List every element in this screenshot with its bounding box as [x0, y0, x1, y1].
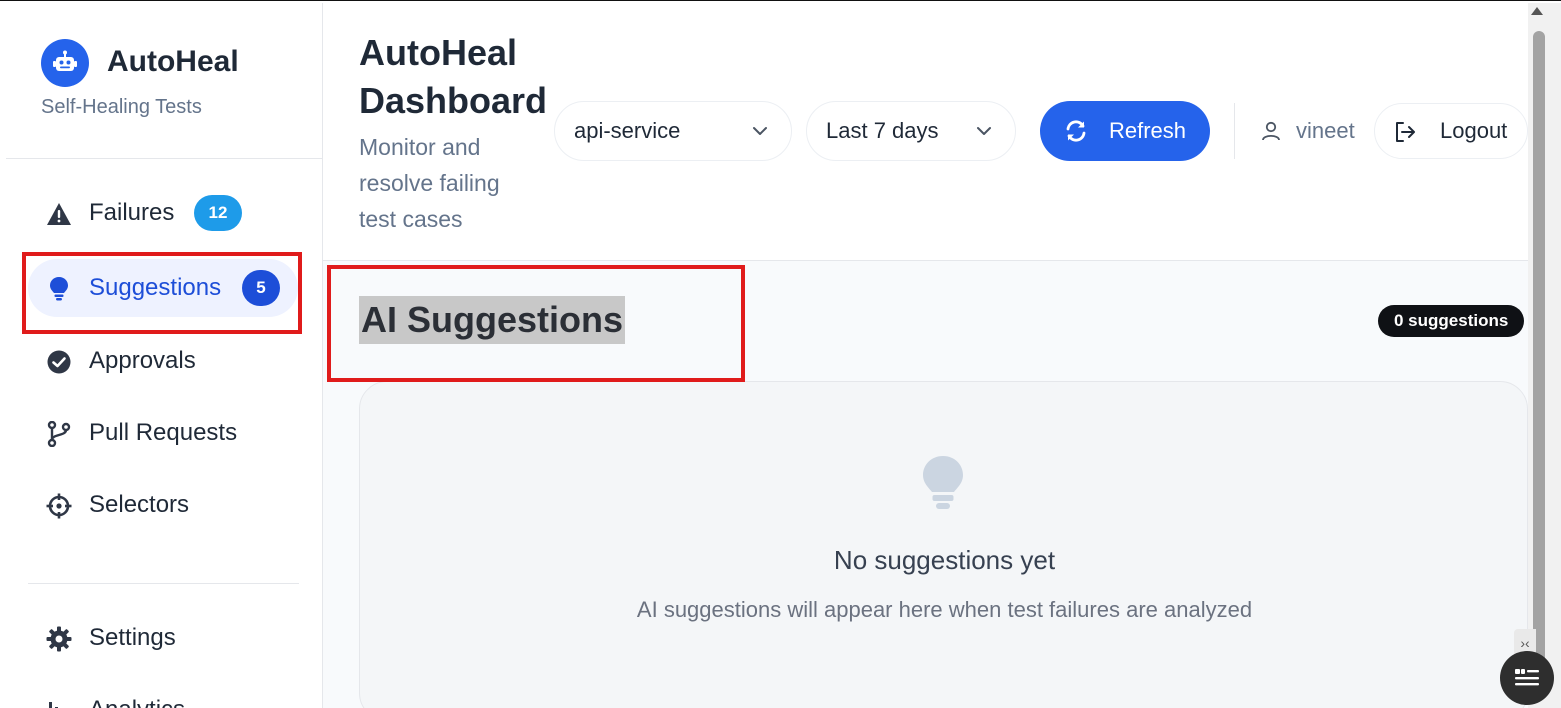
sidebar-item-failures[interactable]: Failures 12 [28, 184, 298, 242]
gear-icon [46, 626, 72, 652]
scrollbar-thumb[interactable] [1533, 31, 1545, 676]
logout-button-label: Logout [1440, 118, 1508, 143]
suggestions-count-badge-header: 0 suggestions [1378, 305, 1525, 337]
sidebar-item-label: Failures [89, 199, 175, 226]
sidebar-item-label: Analytics [89, 696, 185, 708]
chat-quote-icon [1515, 669, 1539, 686]
suggestions-count-badge: 5 [242, 270, 280, 306]
sidebar-item-label: Settings [89, 624, 176, 651]
logout-button[interactable]: Logout [1374, 103, 1528, 159]
sidebar-item-label: Selectors [89, 491, 190, 518]
sidebar-item-pull-requests[interactable]: Pull Requests [28, 404, 298, 462]
brand-subtitle: Self-Healing Tests [41, 96, 202, 118]
empty-state-title: No suggestions yet [833, 545, 1056, 575]
sidebar-item-settings[interactable]: Settings [28, 609, 298, 667]
empty-state-card: No suggestions yet AI suggestions will a… [359, 381, 1528, 708]
empty-state-subtitle: AI suggestions will appear here when tes… [636, 597, 1253, 622]
date-range-select[interactable]: Last 7 days [806, 101, 1016, 161]
scroll-up-arrow-icon[interactable] [1531, 7, 1543, 15]
lightbulb-icon [46, 276, 72, 302]
dashboard-header: AutoHeal Dashboard Monitor and resolve f… [323, 3, 1528, 261]
check-circle-icon [46, 349, 72, 375]
lightbulb-icon [923, 456, 963, 509]
sidebar-item-analytics[interactable]: Analytics [28, 681, 298, 708]
logout-icon [1396, 122, 1415, 142]
sidebar-item-label: Suggestions [89, 274, 222, 301]
refresh-icon [1066, 120, 1086, 142]
sidebar-item-suggestions[interactable]: Suggestions 5 [28, 259, 298, 317]
crosshair-icon [46, 493, 72, 519]
date-range-select-value: Last 7 days [826, 118, 939, 143]
chevron-down-icon [977, 127, 991, 135]
main-content: AI Suggestions 0 suggestions No suggesti… [323, 261, 1528, 708]
chat-widget-button[interactable] [1500, 651, 1554, 705]
failures-count-badge: 12 [194, 195, 242, 231]
sidebar-item-label: Pull Requests [89, 419, 238, 446]
refresh-button-label: Refresh [1109, 118, 1187, 143]
section-title: AI Suggestions [359, 296, 626, 344]
username: vineet [1296, 118, 1355, 143]
sidebar-item-selectors[interactable]: Selectors [28, 476, 298, 534]
page-subtitle: Monitor and resolve failing test cases [359, 134, 500, 232]
user-icon [1262, 121, 1280, 141]
page-title: AutoHeal Dashboard [359, 32, 548, 121]
warning-triangle-icon [46, 201, 72, 227]
chevron-down-icon [753, 127, 767, 135]
app-window: AutoHeal Self-Healing Tests Failures 12 … [0, 0, 1561, 708]
brand-header: AutoHeal Self-Healing Tests [6, 3, 322, 159]
bar-chart-icon [46, 698, 72, 708]
service-select[interactable]: api-service [554, 101, 792, 161]
current-user: vineet [1260, 115, 1355, 147]
sidebar: AutoHeal Self-Healing Tests Failures 12 … [6, 3, 323, 708]
git-branch-icon [46, 421, 72, 447]
refresh-button[interactable]: Refresh [1040, 101, 1210, 161]
header-divider [1234, 103, 1235, 159]
sidebar-item-approvals[interactable]: Approvals [28, 332, 298, 390]
sidebar-item-label: Approvals [89, 347, 196, 374]
service-select-value: api-service [574, 118, 681, 143]
sidebar-divider [28, 583, 299, 584]
robot-icon [41, 39, 89, 87]
brand-name: AutoHeal [107, 45, 239, 78]
